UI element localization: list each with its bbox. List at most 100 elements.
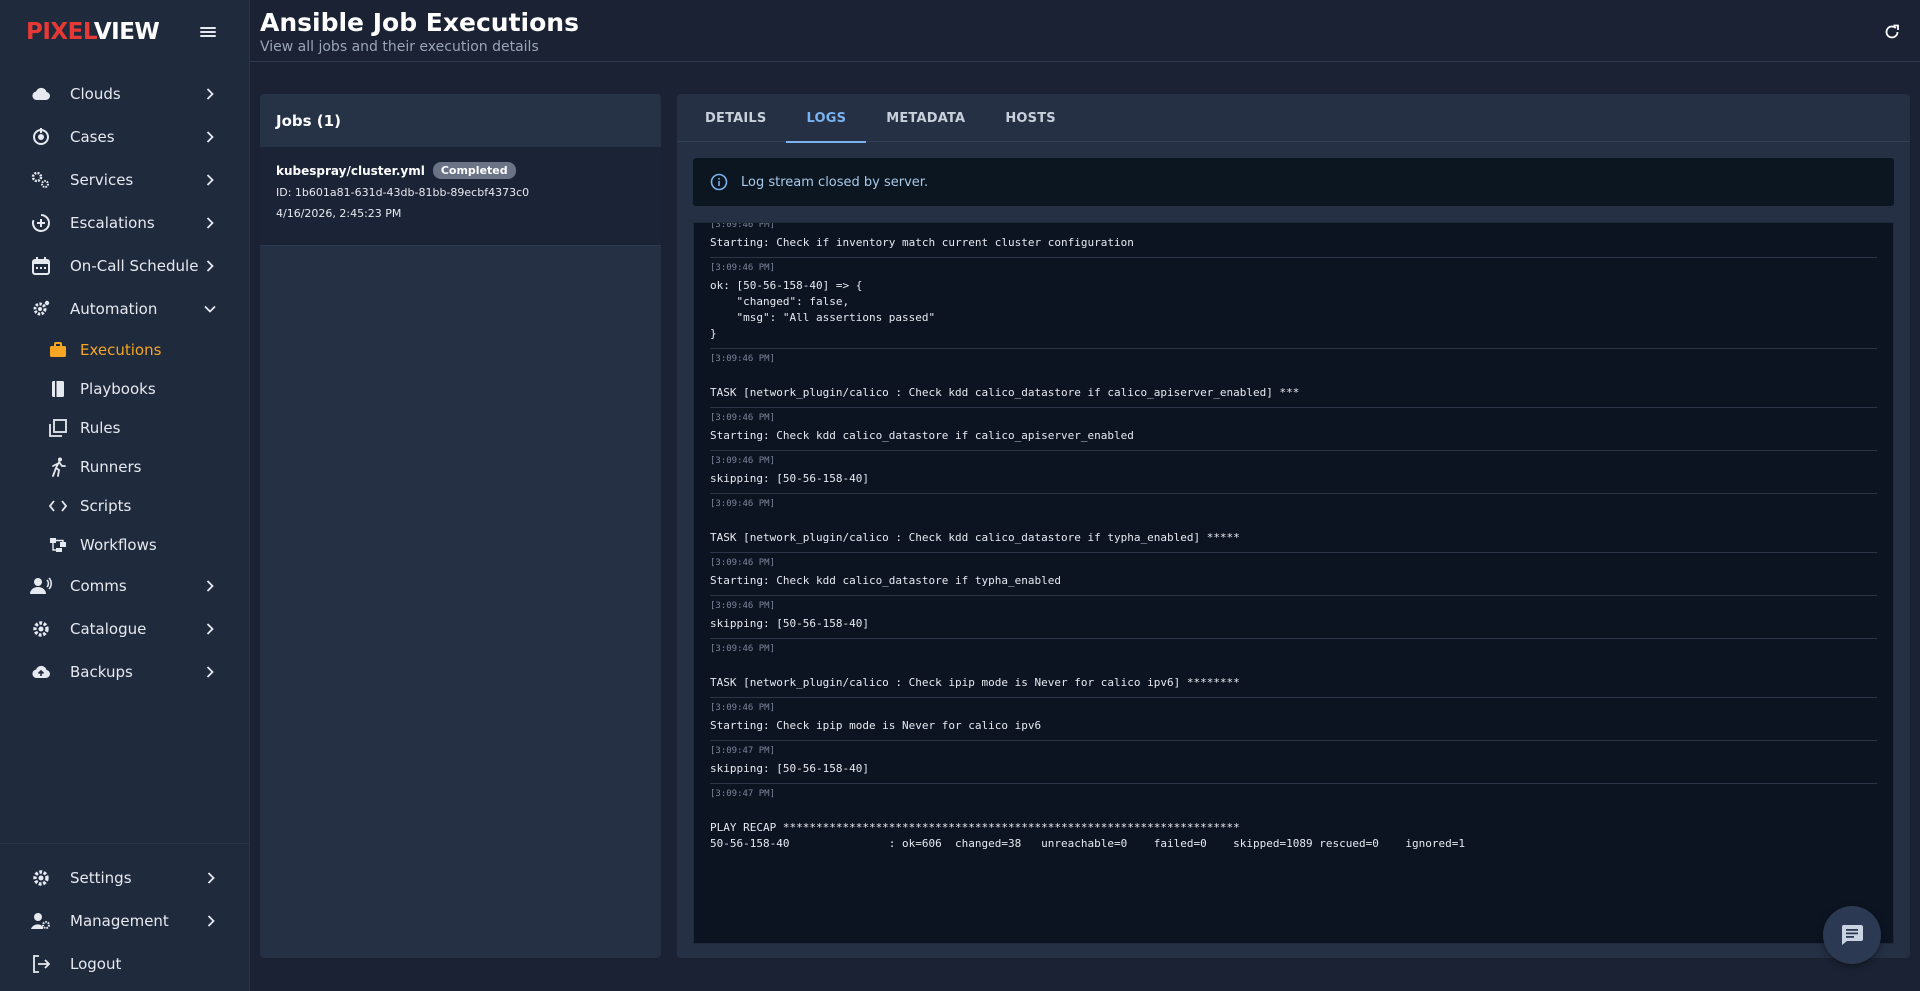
- sidebar-item-label: Logout: [70, 954, 122, 973]
- tab-hosts[interactable]: HOSTS: [985, 94, 1076, 142]
- sidebar-subitem-workflows[interactable]: Workflows: [0, 525, 249, 564]
- log-timestamp: [3:09:46 PM]: [710, 703, 776, 713]
- log-entry: [3:09:47 PM] PLAY RECAP ****************…: [710, 784, 1877, 858]
- briefcase-icon: [48, 340, 68, 360]
- cloud-icon: [30, 83, 52, 105]
- page-title: Ansible Job Executions: [260, 8, 579, 37]
- sidebar-item-label: Backups: [70, 662, 133, 681]
- log-timestamp: [3:09:47 PM]: [710, 746, 776, 756]
- log-timestamp: [3:09:46 PM]: [710, 222, 776, 230]
- sidebar-subitem-label: Rules: [80, 418, 121, 437]
- sidebar-item-label: Services: [70, 170, 134, 189]
- log-message: TASK [network_plugin/calico : Check kdd …: [710, 386, 1300, 399]
- sidebar-item-label: Settings: [70, 868, 132, 887]
- refresh-button[interactable]: [1882, 22, 1902, 42]
- chevron-right-icon: [203, 665, 217, 679]
- chat-button[interactable]: [1823, 906, 1881, 964]
- escalations-icon: [30, 212, 52, 234]
- sidebar-item-comms[interactable]: Comms: [0, 564, 249, 607]
- tab-metadata[interactable]: METADATA: [866, 94, 985, 142]
- calendar-icon: [30, 255, 52, 277]
- sidebar-item-management[interactable]: Management: [0, 899, 250, 942]
- sidebar-item-label: Catalogue: [70, 619, 147, 638]
- log-message: TASK [network_plugin/calico : Check kdd …: [710, 531, 1240, 544]
- log-timestamp: [3:09:46 PM]: [710, 558, 776, 568]
- log-message: Starting: Check kdd calico_datastore if …: [710, 429, 1134, 442]
- log-message: skipping: [50-56-158-40]: [710, 472, 869, 485]
- book-icon: [48, 379, 68, 399]
- sidebar-item-label: Cases: [70, 127, 115, 146]
- tab-logs[interactable]: LOGS: [786, 94, 866, 143]
- alert-text: Log stream closed by server.: [741, 174, 929, 190]
- cases-icon: [30, 126, 52, 148]
- tab-details[interactable]: DETAILS: [685, 94, 786, 142]
- chat-icon: [1841, 925, 1863, 945]
- log-stream-alert: Log stream closed by server.: [693, 158, 1894, 206]
- log-message: PLAY RECAP *****************************…: [710, 821, 1465, 850]
- chevron-right-icon: [203, 579, 217, 593]
- log-timestamp: [3:09:47 PM]: [710, 789, 776, 799]
- log-timestamp: [3:09:46 PM]: [710, 644, 776, 654]
- log-output[interactable]: [3:09:46 PM] Starting: Check if inventory…: [693, 222, 1894, 944]
- sidebar-item-on-call-schedule[interactable]: On-Call Schedule: [0, 244, 249, 287]
- rules-icon: [48, 418, 68, 438]
- sidebar-subitem-label: Scripts: [80, 496, 132, 515]
- log-timestamp: [3:09:46 PM]: [710, 263, 776, 273]
- sidebar-item-escalations[interactable]: Escalations: [0, 201, 249, 244]
- sidebar-item-backups[interactable]: Backups: [0, 650, 249, 693]
- log-entry: [3:09:46 PM] TASK [network_plugin/calico…: [710, 349, 1877, 408]
- sidebar-item-cases[interactable]: Cases: [0, 115, 249, 158]
- logout-icon: [30, 953, 52, 975]
- brand-logo-part1: PIXEL: [26, 19, 94, 45]
- log-timestamp: [3:09:46 PM]: [710, 354, 776, 364]
- log-entry: [3:09:46 PM] Starting: Check if inventory…: [710, 222, 1877, 258]
- chevron-down-icon: [203, 302, 217, 316]
- log-entry: [3:09:46 PM] Starting: Check kdd calico_d…: [710, 408, 1877, 451]
- chevron-right-icon: [204, 871, 218, 885]
- sidebar-subitem-runners[interactable]: Runners: [0, 447, 249, 486]
- sidebar-subitem-playbooks[interactable]: Playbooks: [0, 369, 249, 408]
- sidebar-item-services[interactable]: Services: [0, 158, 249, 201]
- log-entry: [3:09:46 PM] skipping: [50-56-158-40]: [710, 596, 1877, 639]
- main-nav: Clouds Cases Services Escalations On-Cal…: [0, 72, 249, 693]
- runner-icon: [48, 457, 68, 477]
- catalogue-gear-icon: [30, 618, 52, 640]
- refresh-icon: [1885, 24, 1899, 39]
- settings-gear-icon: [30, 867, 52, 889]
- log-message: Starting: Check kdd calico_datastore if …: [710, 574, 1061, 587]
- sidebar-item-label: On-Call Schedule: [70, 256, 199, 275]
- log-message: Starting: Check ipip mode is Never for c…: [710, 719, 1042, 732]
- job-name: kubespray/cluster.yml: [276, 163, 425, 178]
- log-entry: [3:09:46 PM] TASK [network_plugin/calico…: [710, 639, 1877, 698]
- sidebar-item-clouds[interactable]: Clouds: [0, 72, 249, 115]
- chevron-right-icon: [204, 914, 218, 928]
- log-message: skipping: [50-56-158-40]: [710, 617, 869, 630]
- log-entry: [3:09:47 PM] skipping: [50-56-158-40]: [710, 741, 1877, 784]
- hamburger-menu-icon[interactable]: [197, 24, 219, 40]
- sidebar-subitem-label: Workflows: [80, 535, 157, 554]
- job-list-item[interactable]: kubespray/cluster.yml Completed ID: 1b60…: [260, 148, 661, 246]
- sidebar-item-automation[interactable]: Automation: [0, 287, 249, 330]
- sidebar-item-label: Escalations: [70, 213, 155, 232]
- sidebar-subitem-scripts[interactable]: Scripts: [0, 486, 249, 525]
- brand-logo-part2: VIEW: [93, 19, 160, 45]
- log-entry: [3:09:46 PM] ok: [50-56-158-40] => { "cha…: [710, 258, 1877, 349]
- workflow-icon: [48, 535, 68, 555]
- sidebar-item-logout[interactable]: Logout: [0, 942, 250, 985]
- sidebar: PIXELVIEW Clouds Cases Services Escalati…: [0, 0, 250, 991]
- jobs-panel: Jobs (1) kubespray/cluster.yml Completed…: [260, 94, 661, 958]
- page-subtitle: View all jobs and their execution detail…: [260, 39, 539, 55]
- sidebar-item-label: Comms: [70, 576, 127, 595]
- chevron-right-icon: [203, 622, 217, 636]
- sidebar-item-settings[interactable]: Settings: [0, 856, 250, 899]
- sidebar-subitem-executions[interactable]: Executions: [0, 330, 249, 369]
- sidebar-subitem-rules[interactable]: Rules: [0, 408, 249, 447]
- services-gears-icon: [30, 169, 52, 191]
- code-icon: [48, 496, 68, 516]
- brand-logo[interactable]: PIXELVIEW: [26, 19, 160, 45]
- log-entry: [3:09:46 PM] Starting: Check kdd calico_d…: [710, 553, 1877, 596]
- detail-tabs: DETAILS LOGS METADATA HOSTS: [677, 94, 1910, 143]
- chevron-right-icon: [203, 259, 217, 273]
- info-icon: [709, 172, 729, 192]
- sidebar-item-catalogue[interactable]: Catalogue: [0, 607, 249, 650]
